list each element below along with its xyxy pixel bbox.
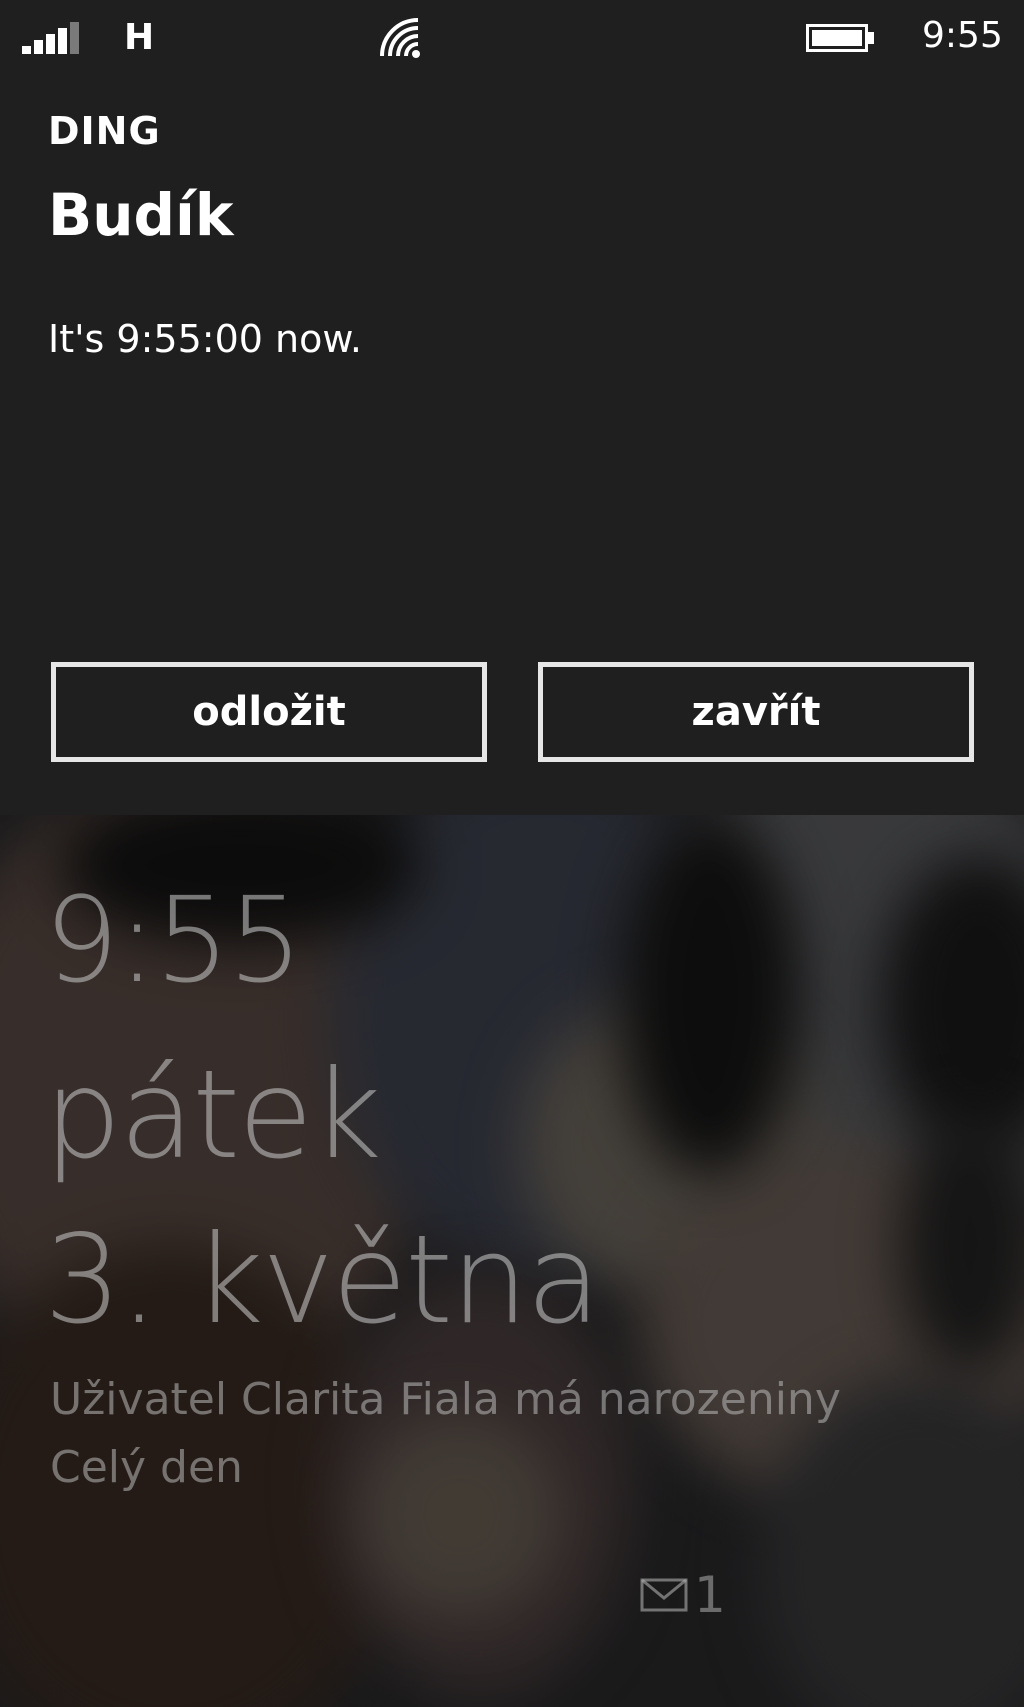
snooze-button[interactable]: odložit	[51, 662, 487, 762]
wifi-icon	[378, 16, 426, 58]
battery-icon	[806, 22, 876, 54]
lock-screen-day: pátek	[44, 1044, 382, 1186]
notification-message: It's 9:55:00 now.	[48, 317, 363, 361]
mail-icon	[640, 1578, 688, 1612]
alarm-notification: H 9:55 DING Budík It's 9:55:00 now. odlo…	[0, 0, 1024, 815]
status-bar: H 9:55	[0, 0, 1024, 80]
notification-title: Budík	[48, 181, 234, 249]
lock-screen-date: 3. května	[44, 1209, 601, 1351]
dismiss-button[interactable]: zavřít	[538, 662, 974, 762]
mail-count: 1	[694, 1566, 726, 1624]
calendar-event-detail: Celý den	[50, 1442, 243, 1493]
mail-notification-count: 1	[640, 1565, 726, 1625]
network-type-label: H	[124, 17, 155, 58]
phone-screen: 9:55 pátek 3. května Uživatel Clarita Fi…	[0, 0, 1024, 1707]
app-name: DING	[48, 109, 161, 153]
lock-screen-time: 9:55	[44, 871, 303, 1009]
signal-strength-icon	[22, 22, 84, 54]
status-bar-time: 9:55	[922, 15, 1003, 56]
calendar-event-title: Uživatel Clarita Fiala má narozeniny	[50, 1374, 841, 1425]
